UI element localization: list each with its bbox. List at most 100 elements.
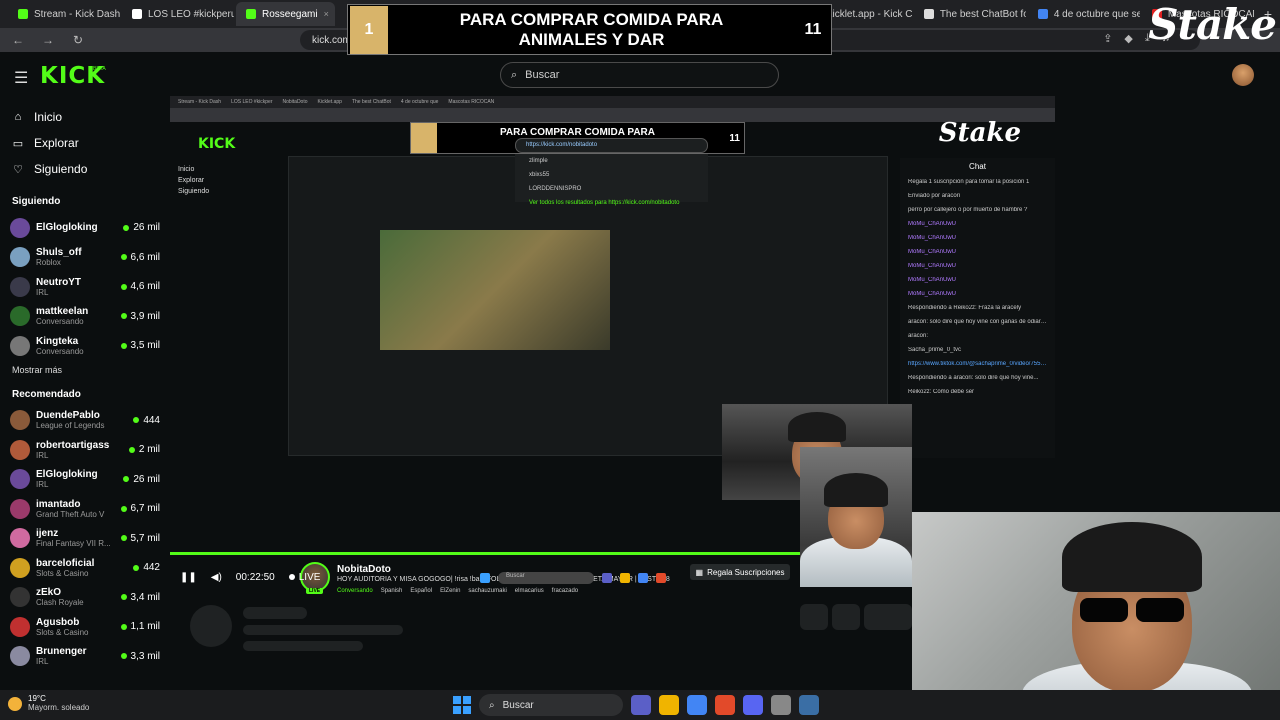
channel-item[interactable]: imantado Grand Theft Auto V 6,7 mil bbox=[0, 494, 170, 524]
weather-widget[interactable]: 19°C Mayorm. soleado bbox=[8, 694, 89, 713]
nav-label: Explorar bbox=[34, 136, 79, 150]
viewer-count: 3,5 mil bbox=[120, 340, 160, 351]
sidebar-nav-item[interactable]: ⌂ Inicio bbox=[0, 104, 170, 130]
browser-tab[interactable]: LOS LEO #kickperu× bbox=[122, 2, 234, 26]
tab-favicon-icon bbox=[1037, 9, 1048, 19]
channel-name: robertoartigass bbox=[36, 439, 110, 451]
skeleton-button bbox=[832, 604, 860, 630]
back-icon[interactable]: ← bbox=[10, 33, 26, 47]
channel-category: Slots & Casino bbox=[36, 627, 89, 637]
browser-tab[interactable]: 4 de octubre que se× bbox=[1028, 2, 1140, 26]
nested-chat-line: Enviado por aracori bbox=[908, 193, 961, 199]
channel-item[interactable]: Brunenger IRL 3,3 mil bbox=[0, 642, 170, 672]
taskbar-app-icon[interactable] bbox=[799, 695, 819, 715]
sunglasses-right bbox=[1136, 598, 1184, 622]
screen: Stream - Kick Dashb×LOS LEO #kickperu×Ro… bbox=[0, 0, 1280, 720]
stream-tag[interactable]: Español bbox=[410, 588, 432, 594]
viewer-count-value: 4,6 mil bbox=[130, 281, 160, 293]
progress-bar[interactable] bbox=[170, 552, 910, 555]
taskbar-app-icon[interactable] bbox=[715, 695, 735, 715]
temperature: 19°C bbox=[28, 694, 46, 703]
channel-item[interactable]: robertoartigass IRL 2 mil bbox=[0, 435, 170, 465]
viewer-count: 3,3 mil bbox=[120, 651, 160, 662]
nested-chat-line: Regala 1 suscripción para tomar la posic… bbox=[908, 179, 1030, 185]
channel-item[interactable]: barceloficial Slots & Casino 442 bbox=[0, 553, 170, 583]
stream-tag[interactable]: fracazado bbox=[552, 588, 578, 594]
tab-label: Stream - Kick Dashb bbox=[34, 8, 120, 20]
viewer-count: 2 mil bbox=[128, 444, 160, 455]
channel-item[interactable]: Shuls_off Roblox 6,6 mil bbox=[0, 243, 170, 273]
taskbar-app-icon[interactable] bbox=[659, 695, 679, 715]
tab-label: The best ChatBot for bbox=[939, 8, 1026, 20]
beanie bbox=[1062, 522, 1202, 592]
banner-left-number: 1 bbox=[350, 5, 388, 54]
live-badge: LIVE bbox=[306, 588, 324, 594]
viewer-count: 6,6 mil bbox=[120, 252, 160, 263]
taskbar-search[interactable]: ⌕ Buscar bbox=[479, 694, 623, 716]
viewer-count-value: 442 bbox=[143, 562, 160, 574]
channel-name: DuendePablo bbox=[36, 410, 100, 422]
taskbar-app-icon[interactable] bbox=[771, 695, 791, 715]
taskbar-app-icon[interactable] bbox=[743, 695, 763, 715]
browser-tab[interactable]: Stream - Kick Dashb× bbox=[8, 2, 120, 26]
channel-item[interactable]: Kingteka Conversando 3,5 mil bbox=[0, 331, 170, 361]
stream-tag[interactable]: ElZenin bbox=[440, 588, 460, 594]
stream-tag[interactable]: Conversando bbox=[337, 588, 373, 594]
sidebar-nav-item[interactable]: ♡ Siguiendo bbox=[0, 156, 170, 182]
channel-category: IRL bbox=[36, 287, 49, 297]
channel-avatar bbox=[10, 335, 30, 356]
nested-video-preview bbox=[380, 230, 610, 350]
menu-icon[interactable]: ☰ bbox=[14, 68, 28, 88]
tab-close-icon[interactable]: × bbox=[324, 9, 329, 19]
viewer-count-value: 6,7 mil bbox=[130, 503, 160, 515]
channel-item[interactable]: ElGlogloking 26 mil bbox=[0, 213, 170, 243]
volume-icon[interactable]: ◀) bbox=[211, 572, 222, 583]
show-more-link[interactable]: Mostrar más bbox=[0, 361, 170, 379]
stream-tag[interactable]: Spanish bbox=[381, 588, 403, 594]
nested-chat-line: MoMu_ChAnUwU bbox=[908, 277, 957, 283]
forward-icon[interactable]: → bbox=[40, 33, 56, 47]
channel-item[interactable]: mattkeelan Conversando 3,9 mil bbox=[0, 302, 170, 332]
share-icon[interactable]: ⇪ bbox=[1103, 32, 1112, 45]
channel-avatar bbox=[10, 616, 30, 637]
channel-name: barceloficial bbox=[36, 557, 95, 569]
nested-tabbar: Stream - Kick Dash LOS LEO #kickper Nobita… bbox=[170, 96, 1055, 108]
nested-taskbar: Buscar bbox=[480, 572, 666, 584]
browser-tab[interactable]: The best ChatBot for× bbox=[914, 2, 1026, 26]
sidebar-nav-item[interactable]: ▭ Explorar bbox=[0, 130, 170, 156]
live-dot-icon bbox=[133, 564, 140, 571]
extension-icon[interactable]: ◆ bbox=[1124, 32, 1132, 45]
search-icon: ⌕ bbox=[511, 68, 518, 81]
windows-icon bbox=[480, 573, 490, 583]
tab-favicon-icon bbox=[923, 9, 934, 19]
user-avatar[interactable] bbox=[1232, 64, 1254, 86]
channel-name: ElGlogloking bbox=[36, 222, 98, 234]
nested-search-input: https://kick.com/nobitadoto bbox=[515, 138, 708, 153]
taskbar-app-icon[interactable] bbox=[687, 695, 707, 715]
search-bar[interactable]: ⌕ Buscar bbox=[500, 62, 779, 88]
nested-sidebar-item: Inicio bbox=[178, 166, 195, 173]
nested-chat-line: Respondiendo a aracori: solo diré que ho… bbox=[908, 375, 1039, 381]
brave-icon bbox=[656, 573, 666, 583]
nav-label: Siguiendo bbox=[34, 162, 88, 176]
stream-tag[interactable]: sachauzumaki bbox=[468, 588, 506, 594]
channel-item[interactable]: ijenz Final Fantasy VII R... 5,7 mil bbox=[0, 524, 170, 554]
channel-name: zEkO bbox=[36, 587, 62, 599]
channel-item[interactable]: Agusbob Slots & Casino 1,1 mil bbox=[0, 612, 170, 642]
skeleton-avatar bbox=[190, 605, 232, 647]
stream-tag[interactable]: elmacarius bbox=[515, 588, 544, 594]
tab-favicon-icon bbox=[18, 9, 28, 19]
stream-time: 00:22:50 bbox=[235, 571, 275, 583]
channel-item[interactable]: DuendePablo League of Legends 444 bbox=[0, 406, 170, 436]
channel-item[interactable]: NeutroYT IRL 4,6 mil bbox=[0, 272, 170, 302]
channel-item[interactable]: zEkO Clash Royale 3,4 mil bbox=[0, 583, 170, 613]
channel-item[interactable]: ElGlogloking IRL 26 mil bbox=[0, 465, 170, 495]
nested-chat-line: perro por callejero o por muerto de hamb… bbox=[908, 207, 1028, 213]
taskbar-app-icon[interactable] bbox=[631, 695, 651, 715]
windows-start-icon[interactable] bbox=[453, 696, 471, 714]
browser-tab[interactable]: Rosseegami × bbox=[236, 2, 335, 26]
pause-icon[interactable]: ❚❚ bbox=[180, 572, 197, 583]
reload-icon[interactable]: ↻ bbox=[70, 33, 86, 47]
viewer-count: 1,1 mil bbox=[120, 621, 160, 632]
channel-name: ElGlogloking bbox=[36, 469, 98, 481]
